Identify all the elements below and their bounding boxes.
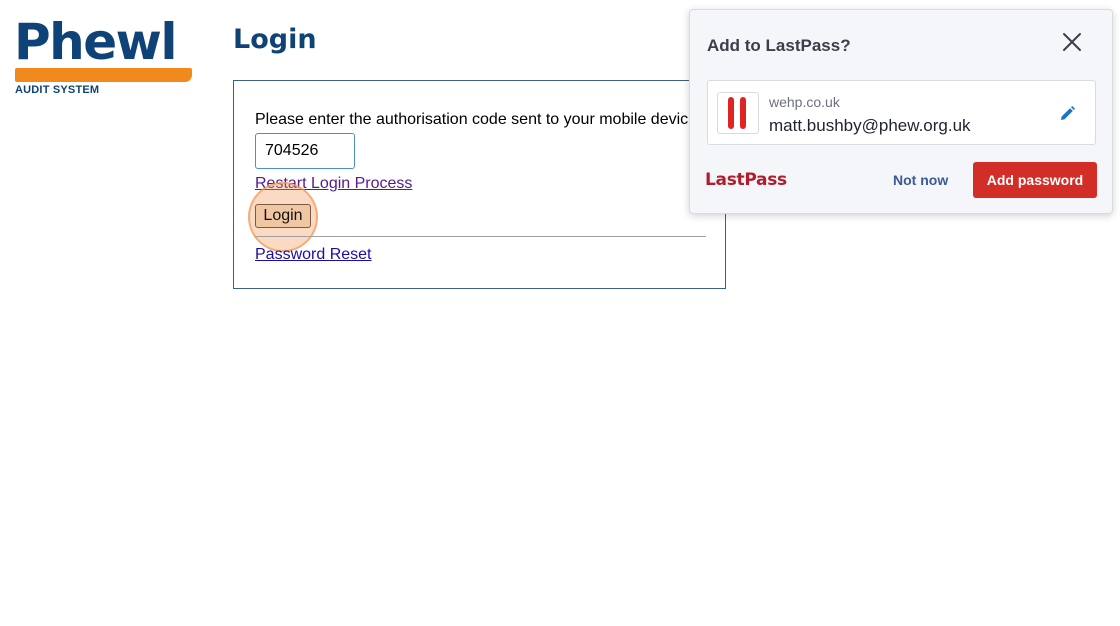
close-icon[interactable] bbox=[1060, 30, 1084, 54]
pencil-icon[interactable] bbox=[1058, 105, 1076, 123]
site-favicon-icon bbox=[717, 92, 759, 134]
username: matt.bushby@phew.org.uk bbox=[769, 116, 971, 135]
lastpass-popup: Add to LastPass? wehp.co.uk matt.bushby@… bbox=[689, 9, 1113, 214]
not-now-button[interactable]: Not now bbox=[883, 162, 958, 198]
lastpass-popup-title: Add to LastPass? bbox=[707, 36, 851, 55]
logo-subtitle: AUDIT SYSTEM bbox=[15, 84, 100, 96]
page-title: Login bbox=[233, 24, 317, 55]
login-panel: Please enter the authorisation code sent… bbox=[233, 80, 726, 289]
password-reset-link[interactable]: Password Reset bbox=[255, 246, 372, 264]
login-button[interactable]: Login bbox=[255, 204, 311, 228]
credential-card: wehp.co.uk matt.bushby@phew.org.uk bbox=[707, 80, 1096, 145]
authorisation-code-input[interactable] bbox=[255, 133, 355, 169]
restart-login-link[interactable]: Restart Login Process bbox=[255, 175, 412, 193]
phew-logo: Phewl AUDIT SYSTEM bbox=[14, 13, 196, 98]
site-domain: wehp.co.uk bbox=[769, 94, 840, 110]
authorisation-instruction: Please enter the authorisation code sent… bbox=[255, 111, 689, 128]
logo-underline-bar bbox=[15, 68, 192, 82]
add-password-button[interactable]: Add password bbox=[973, 162, 1097, 198]
lastpass-logo: LastPass bbox=[705, 170, 787, 190]
logo-wordmark: Phewl bbox=[14, 13, 177, 71]
divider bbox=[255, 236, 706, 237]
